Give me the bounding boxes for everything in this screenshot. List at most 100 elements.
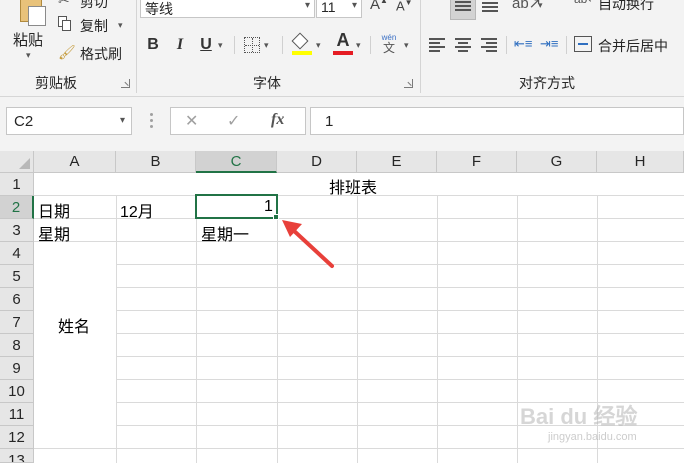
copy-button[interactable]: 复制: [80, 16, 108, 36]
ribbon-divider: [282, 36, 283, 54]
copy-dropdown-icon[interactable]: ▾: [118, 20, 123, 31]
align-right-icon[interactable]: [481, 38, 497, 52]
font-size-value: 11: [321, 0, 336, 15]
merge-center-button[interactable]: 合并后居中: [598, 36, 668, 56]
gridline: [34, 448, 684, 449]
phonetic-dropdown-icon[interactable]: ▾: [404, 40, 409, 51]
column-header-f[interactable]: F: [437, 151, 517, 173]
align-left-icon[interactable]: [429, 38, 445, 52]
column-header-g[interactable]: G: [517, 151, 597, 173]
cut-icon: ✂: [58, 0, 70, 8]
font-color-icon[interactable]: A: [333, 30, 353, 56]
column-header-d[interactable]: D: [277, 151, 357, 173]
gridline: [34, 241, 684, 242]
decrease-indent-icon[interactable]: ⇤≡: [514, 36, 532, 52]
paste-button[interactable]: 粘贴: [13, 29, 43, 50]
row-header-9[interactable]: 9: [0, 357, 34, 380]
ribbon-divider: [136, 0, 137, 93]
cell-a2: 日期: [38, 204, 71, 221]
gridline: [116, 173, 117, 463]
format-painter-button[interactable]: 格式刷: [80, 44, 122, 64]
row-header-11[interactable]: 11: [0, 403, 34, 426]
row-header-3[interactable]: 3: [0, 219, 34, 242]
row-header-1[interactable]: 1: [0, 173, 34, 196]
borders-icon[interactable]: [244, 37, 260, 53]
cell-d1: 排班表: [329, 180, 378, 197]
formula-bar-controls: ✕ ✓ fx: [170, 107, 306, 135]
row-header-13[interactable]: 13: [0, 449, 34, 463]
increase-font-icon[interactable]: A▲: [370, 0, 388, 13]
formula-bar: C2 ▾ ✕ ✓ fx 1: [0, 97, 684, 151]
increase-indent-icon[interactable]: ⇥≡: [540, 36, 558, 52]
select-all-button[interactable]: [0, 151, 34, 173]
cancel-icon[interactable]: ✕: [185, 111, 198, 131]
column-header-a[interactable]: A: [34, 151, 116, 173]
row-header-4[interactable]: 4: [0, 242, 34, 265]
fill-color-dropdown-icon[interactable]: ▾: [316, 40, 321, 51]
name-box[interactable]: C2 ▾: [6, 107, 132, 135]
row-header-12[interactable]: 12: [0, 426, 34, 449]
font-size-combo[interactable]: 11 ▾: [316, 0, 362, 18]
bold-icon[interactable]: B: [145, 33, 161, 57]
cell-a3: 星期: [38, 227, 71, 244]
font-color-dropdown-icon[interactable]: ▾: [356, 40, 361, 51]
phonetic-guide-icon[interactable]: wén 文: [378, 33, 400, 57]
font-launcher-icon[interactable]: [404, 79, 413, 88]
wrap-text-button[interactable]: 自动换行: [598, 0, 654, 14]
gridline: [34, 287, 684, 288]
insert-function-icon[interactable]: fx: [271, 111, 284, 129]
formula-bar-grip-icon[interactable]: [150, 113, 153, 129]
row-header-8[interactable]: 8: [0, 334, 34, 357]
paste-dropdown-icon[interactable]: ▾: [26, 50, 31, 61]
name-box-value: C2: [14, 113, 34, 130]
paste-icon[interactable]: [14, 0, 48, 26]
align-center-icon[interactable]: [455, 38, 471, 52]
row-header-2[interactable]: 2: [0, 196, 34, 219]
italic-icon[interactable]: I: [172, 33, 188, 57]
row-header-10[interactable]: 10: [0, 380, 34, 403]
cell-c3: 星期一: [201, 227, 250, 244]
clipboard-group-label: 剪贴板: [35, 75, 77, 91]
formula-input-value: 1: [325, 113, 334, 130]
cell-a4-merged: 姓名: [58, 319, 91, 336]
column-header-c[interactable]: C: [196, 151, 277, 173]
active-cell-border[interactable]: [195, 194, 278, 219]
merged-name-cell[interactable]: [34, 242, 116, 448]
chevron-down-icon: ▾: [351, 0, 357, 11]
chevron-down-icon: ▾: [304, 0, 310, 11]
ribbon-divider: [566, 36, 567, 54]
borders-dropdown-icon[interactable]: ▾: [264, 40, 269, 51]
column-header-b[interactable]: B: [116, 151, 196, 173]
orientation-icon[interactable]: ab↗: [512, 0, 541, 12]
ribbon: 粘贴 ▾ ✂ 剪切 复制 ▾ 🖌 格式刷 剪贴板 等线 ▾ 11 ▾ A▲ A▼…: [0, 0, 684, 97]
underline-icon[interactable]: U: [198, 33, 214, 57]
cut-button[interactable]: 剪切: [80, 0, 108, 12]
gridline: [34, 264, 684, 265]
orientation-dropdown-icon[interactable]: ▾: [538, 0, 543, 11]
wrap-text-icon: ab↵: [574, 0, 597, 6]
align-middle-icon[interactable]: [450, 0, 476, 20]
format-painter-icon: 🖌: [58, 44, 76, 60]
clipboard-launcher-icon[interactable]: [121, 79, 130, 88]
ribbon-divider: [234, 36, 235, 54]
confirm-icon[interactable]: ✓: [227, 111, 240, 131]
annotation-arrow: [282, 220, 334, 268]
formula-input[interactable]: 1: [310, 107, 684, 135]
column-header-e[interactable]: E: [357, 151, 437, 173]
row-header-6[interactable]: 6: [0, 288, 34, 311]
alignment-group-label: 对齐方式: [519, 75, 575, 91]
align-bottom-icon[interactable]: [482, 0, 498, 14]
decrease-font-icon[interactable]: A▼: [396, 0, 413, 13]
font-name-value: 等线: [145, 1, 173, 17]
align-top-icon[interactable]: [428, 0, 444, 8]
row-header-7[interactable]: 7: [0, 311, 34, 334]
fill-color-icon[interactable]: [291, 32, 312, 55]
ribbon-divider: [420, 0, 421, 93]
gridline: [34, 333, 684, 334]
insert-function-label: fx: [271, 111, 285, 128]
font-name-combo[interactable]: 等线 ▾: [140, 0, 315, 18]
column-header-h[interactable]: H: [597, 151, 684, 173]
chevron-down-icon: ▾: [119, 115, 125, 126]
row-header-5[interactable]: 5: [0, 265, 34, 288]
underline-dropdown-icon[interactable]: ▾: [218, 40, 223, 51]
